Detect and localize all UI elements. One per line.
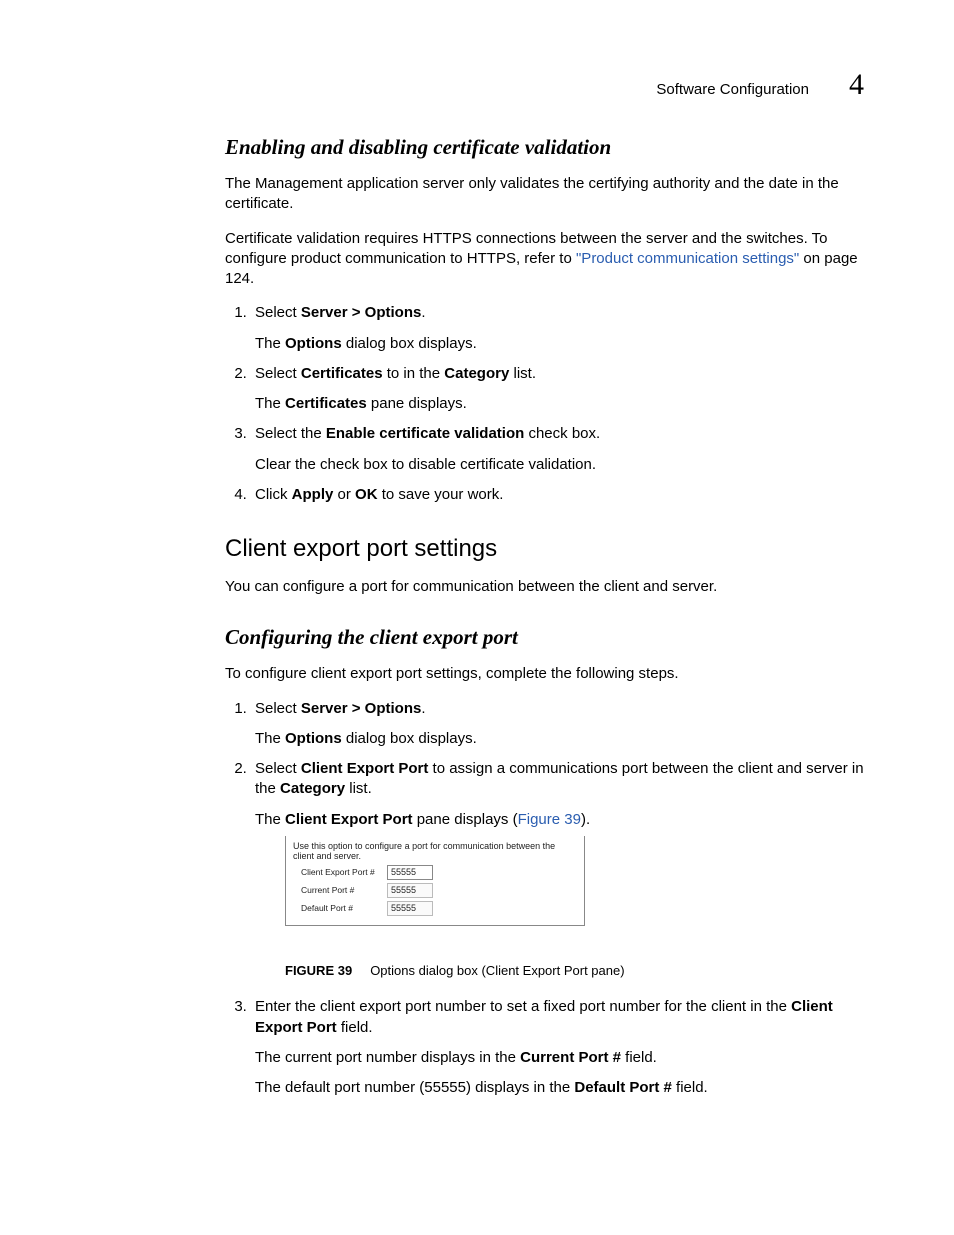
figure-number: FIGURE 39 — [285, 963, 352, 978]
page-content: Enabling and disabling certificate valid… — [225, 135, 870, 1112]
text: list. — [345, 780, 372, 797]
text: . — [421, 304, 425, 321]
sub-text: The Client Export Port pane displays (Fi… — [255, 810, 870, 830]
bold: Current Port # — [520, 1049, 621, 1066]
text: Select — [255, 760, 301, 777]
text: dialog box displays. — [342, 730, 477, 747]
text: Select the — [255, 425, 326, 442]
paragraph: To configure client export port settings… — [225, 664, 870, 684]
figure-description: Use this option to configure a port for … — [293, 841, 577, 862]
figure-client-export-port-pane: Use this option to configure a port for … — [285, 836, 585, 926]
figure-field-default-port: 55555 — [387, 901, 433, 916]
text: field. — [337, 1019, 373, 1036]
text: Select — [255, 365, 301, 382]
text: Select — [255, 304, 301, 321]
text: list. — [509, 365, 536, 382]
list-item: Select Client Export Port to assign a co… — [251, 759, 870, 979]
text: The — [255, 335, 285, 352]
list-item: Click Apply or OK to save your work. — [251, 485, 870, 505]
text: Enter the client export port number to s… — [255, 998, 791, 1015]
sub-text: The default port number (55555) displays… — [255, 1078, 870, 1098]
text: The current port number displays in the — [255, 1049, 520, 1066]
bold: Server > Options — [301, 304, 421, 321]
figure-field-current-port: 55555 — [387, 883, 433, 898]
text: to in the — [383, 365, 445, 382]
bold: Enable certificate validation — [326, 425, 524, 442]
figure-label: Client Export Port # — [301, 867, 383, 878]
bold: Default Port # — [574, 1079, 672, 1096]
paragraph: The Management application server only v… — [225, 174, 870, 215]
bold: Apply — [292, 486, 334, 503]
bold: Category — [280, 780, 345, 797]
bold: Client Export Port — [301, 760, 429, 777]
text: ). — [581, 811, 590, 828]
text: . — [421, 700, 425, 717]
paragraph: You can configure a port for communicati… — [225, 577, 870, 597]
heading-client-export-port-settings: Client export port settings — [225, 535, 870, 563]
text: Click — [255, 486, 292, 503]
heading-configuring-client-export-port: Configuring the client export port — [225, 625, 870, 650]
sub-text: The Certificates pane displays. — [255, 394, 870, 414]
ordered-list: Select Server > Options. The Options dia… — [225, 303, 870, 505]
heading-enable-disable-cert: Enabling and disabling certificate valid… — [225, 135, 870, 160]
figure-caption-text: Options dialog box (Client Export Port p… — [370, 963, 624, 978]
figure-row-client-export-port: Client Export Port # 55555 — [301, 865, 577, 880]
sub-text: The Options dialog box displays. — [255, 729, 870, 749]
text: The default port number (55555) displays… — [255, 1079, 574, 1096]
bold: Category — [444, 365, 509, 382]
page-header: Software Configuration 4 — [656, 68, 864, 102]
sub-text: The current port number displays in the … — [255, 1048, 870, 1068]
text: The — [255, 811, 285, 828]
text: field. — [672, 1079, 708, 1096]
bold: Server > Options — [301, 700, 421, 717]
link-product-comm-settings[interactable]: "Product communication settings" — [576, 250, 799, 267]
list-item: Enter the client export port number to s… — [251, 997, 870, 1098]
bold: Certificates — [301, 365, 383, 382]
bold: Options — [285, 335, 342, 352]
bold: Certificates — [285, 395, 367, 412]
list-item: Select the Enable certificate validation… — [251, 424, 870, 475]
sub-text: The Options dialog box displays. — [255, 334, 870, 354]
text: The — [255, 730, 285, 747]
bold: Options — [285, 730, 342, 747]
text: The — [255, 395, 285, 412]
text: or — [333, 486, 355, 503]
list-item: Select Server > Options. The Options dia… — [251, 699, 870, 750]
sub-text: Clear the check box to disable certifica… — [255, 455, 870, 475]
ordered-list: Select Server > Options. The Options dia… — [225, 699, 870, 1099]
text: pane displays ( — [413, 811, 518, 828]
list-item: Select Server > Options. The Options dia… — [251, 303, 870, 354]
figure-row-current-port: Current Port # 55555 — [301, 883, 577, 898]
figure-row-default-port: Default Port # 55555 — [301, 901, 577, 916]
text: field. — [621, 1049, 657, 1066]
figure-label: Current Port # — [301, 885, 383, 896]
link-figure-39[interactable]: Figure 39 — [518, 811, 581, 828]
header-chapter-number: 4 — [849, 68, 864, 102]
list-item: Select Certificates to in the Category l… — [251, 364, 870, 415]
header-section-title: Software Configuration — [656, 81, 809, 98]
figure-field-client-export-port[interactable]: 55555 — [387, 865, 433, 880]
text: Select — [255, 700, 301, 717]
paragraph: Certificate validation requires HTTPS co… — [225, 229, 870, 290]
figure-label: Default Port # — [301, 903, 383, 914]
text: pane displays. — [367, 395, 467, 412]
text: dialog box displays. — [342, 335, 477, 352]
bold: OK — [355, 486, 378, 503]
text: check box. — [524, 425, 600, 442]
text: to save your work. — [378, 486, 504, 503]
bold: Client Export Port — [285, 811, 413, 828]
figure-caption: FIGURE 39 Options dialog box (Client Expo… — [285, 962, 870, 980]
